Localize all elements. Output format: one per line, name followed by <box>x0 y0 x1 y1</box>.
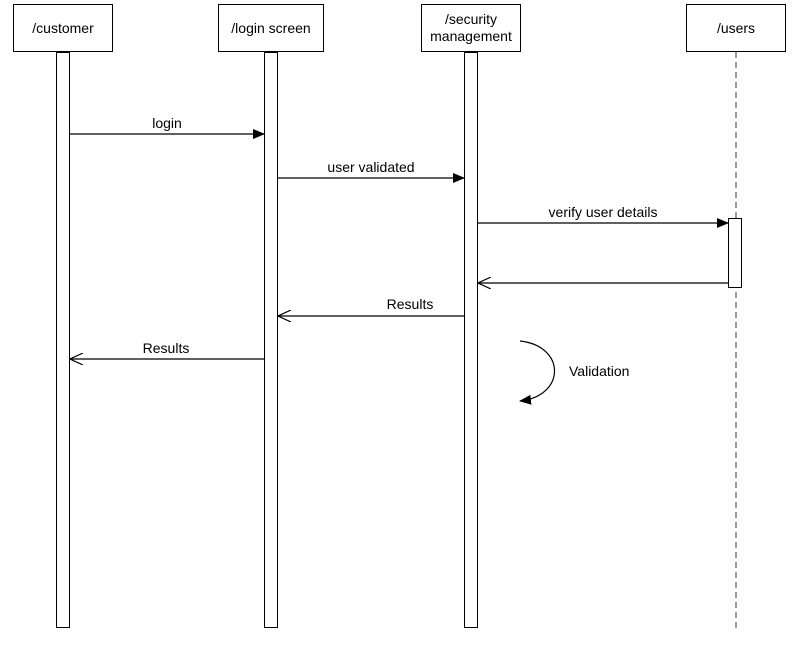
sequence-diagram: /customer /login screen /security manage… <box>0 0 800 648</box>
activation-security-management <box>464 52 478 628</box>
msg-validation-label: Validation <box>569 363 629 379</box>
participant-users-label: /users <box>717 20 755 37</box>
msg-results-to-login-label: Results <box>387 296 434 312</box>
activation-login-screen <box>264 52 278 628</box>
activation-users <box>728 218 742 288</box>
participant-login-screen-label: /login screen <box>231 20 310 37</box>
msg-login-label: login <box>152 115 182 131</box>
participant-security-management: /security management <box>421 4 521 52</box>
msg-results-to-customer-label: Results <box>143 340 190 356</box>
msg-user-validated-label: user validated <box>327 159 414 175</box>
participant-login-screen: /login screen <box>218 4 324 52</box>
arrows-layer <box>0 0 800 648</box>
lifeline-users <box>735 52 737 628</box>
msg-verify-user-details-label: verify user details <box>549 204 658 220</box>
participant-users: /users <box>686 4 786 52</box>
participant-customer-label: /customer <box>32 20 93 37</box>
participant-security-management-label: /security management <box>424 11 518 45</box>
activation-customer <box>56 52 70 628</box>
arrow-validation-self <box>520 341 555 401</box>
participant-customer: /customer <box>13 4 113 52</box>
